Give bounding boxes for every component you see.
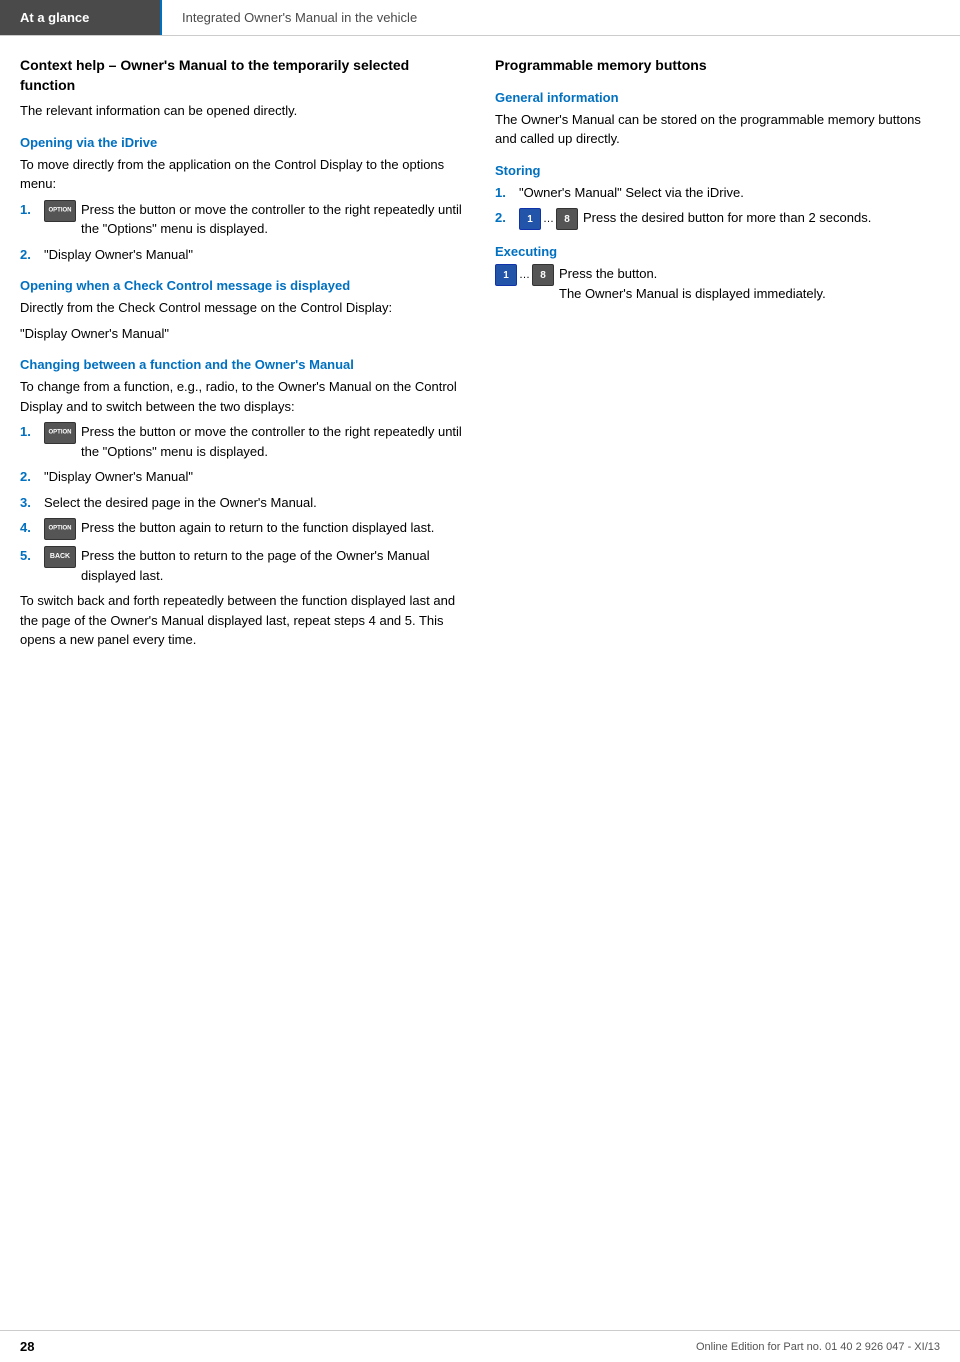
check-control-quote: "Display Owner's Manual" [20, 324, 465, 344]
step-item: 1. Press the button or move the controll… [20, 422, 465, 461]
changing-function-closing: To switch back and forth repeatedly betw… [20, 591, 465, 650]
context-help-intro: The relevant information can be opened d… [20, 101, 465, 121]
changing-function-title: Changing between a function and the Owne… [20, 357, 465, 372]
step-text: "Display Owner's Manual" [44, 467, 465, 487]
step-text: Press the button or move the controller … [81, 200, 465, 239]
step-text: Press the button or move the controller … [81, 422, 465, 461]
step-text: "Display Owner's Manual" [44, 245, 465, 265]
general-info-title: General information [495, 90, 940, 105]
step-item: 1. Press the button or move the controll… [20, 200, 465, 239]
copyright-text: Online Edition for Part no. 01 40 2 926 … [696, 1341, 940, 1353]
step-item: 2. "Display Owner's Manual" [20, 467, 465, 487]
changing-function-intro: To change from a function, e.g., radio, … [20, 377, 465, 416]
page-number: 28 [20, 1339, 34, 1354]
chapter-label-text: At a glance [20, 10, 89, 25]
storing-title: Storing [495, 163, 940, 178]
step-text: "Owner's Manual" Select via the iDrive. [519, 183, 940, 203]
step-item: 5. Press the button to return to the pag… [20, 546, 465, 585]
step-item: 2. 1 … 8 Press the desired button for mo… [495, 208, 940, 230]
right-column: Programmable memory buttons General info… [495, 56, 940, 656]
executing-step: 1 … 8 Press the button. The Owner's Manu… [495, 264, 940, 303]
memory-button-icon: 1 … 8 [495, 264, 554, 286]
memory-buttons-title: Programmable memory buttons [495, 56, 940, 76]
general-info-text: The Owner's Manual can be stored on the … [495, 110, 940, 149]
storing-steps: 1. "Owner's Manual" Select via the iDriv… [495, 183, 940, 231]
page-footer: 28 Online Edition for Part no. 01 40 2 9… [0, 1330, 960, 1362]
step-text: Press the button to return to the page o… [81, 546, 465, 585]
step-item: 1. "Owner's Manual" Select via the iDriv… [495, 183, 940, 203]
chapter-label: At a glance [0, 0, 160, 35]
step-text: Press the button. The Owner's Manual is … [559, 264, 940, 303]
check-control-title: Opening when a Check Control message is … [20, 278, 465, 293]
section-label: Integrated Owner's Manual in the vehicle [160, 0, 960, 35]
left-column: Context help – Owner's Manual to the tem… [20, 56, 465, 656]
section-label-text: Integrated Owner's Manual in the vehicle [182, 10, 417, 25]
back-button-icon [44, 546, 76, 568]
context-help-title-text: Context help – Owner's Manual to the tem… [20, 57, 409, 93]
opening-idrive-steps: 1. Press the button or move the controll… [20, 200, 465, 265]
step-text: Select the desired page in the Owner's M… [44, 493, 465, 513]
page-header: At a glance Integrated Owner's Manual in… [0, 0, 960, 36]
step-text: Press the button again to return to the … [81, 518, 465, 538]
memory-button-icon: 1 … 8 [519, 208, 578, 230]
option-button-icon [44, 518, 76, 540]
option-button-icon [44, 422, 76, 444]
option-button-icon [44, 200, 76, 222]
changing-function-steps: 1. Press the button or move the controll… [20, 422, 465, 585]
main-content: Context help – Owner's Manual to the tem… [0, 36, 960, 676]
memory-buttons-title-text: Programmable memory buttons [495, 57, 707, 73]
step-item: 2. "Display Owner's Manual" [20, 245, 465, 265]
check-control-intro: Directly from the Check Control message … [20, 298, 465, 318]
step-item: 3. Select the desired page in the Owner'… [20, 493, 465, 513]
context-help-title: Context help – Owner's Manual to the tem… [20, 56, 465, 95]
opening-idrive-intro: To move directly from the application on… [20, 155, 465, 194]
executing-title: Executing [495, 244, 940, 259]
step-item: 4. Press the button again to return to t… [20, 518, 465, 540]
opening-idrive-title: Opening via the iDrive [20, 135, 465, 150]
step-text: Press the desired button for more than 2… [583, 208, 940, 228]
